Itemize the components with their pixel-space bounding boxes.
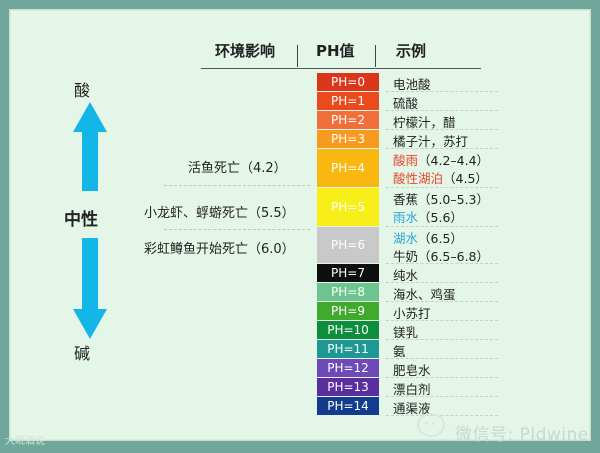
watermark-logo: 大毗酒说 xyxy=(5,436,45,447)
ph-level-box: PH=6 xyxy=(317,227,379,263)
effect-line-1 xyxy=(164,185,310,187)
ph-level-box: PH=11 xyxy=(317,340,379,358)
example-text: 香蕉（5.0–5.3） xyxy=(393,189,489,208)
header-rule xyxy=(201,68,481,69)
arrow-up-shaft xyxy=(82,131,98,191)
ph-level-box: PH=10 xyxy=(317,321,379,339)
label-neutral: 中性 xyxy=(64,210,98,230)
watermark-wechat: 微信号: Pldwine xyxy=(455,425,589,445)
example-part: 海水、鸡蛋 xyxy=(393,287,456,302)
ph-level-box: PH=13 xyxy=(317,378,379,396)
wechat-icon xyxy=(417,413,445,437)
header-separator-1 xyxy=(297,45,298,67)
label-base: 碱 xyxy=(74,344,91,363)
ph-level-box: PH=5 xyxy=(317,188,379,226)
effect-line-2 xyxy=(164,229,310,231)
ph-level-box: PH=0 xyxy=(317,73,379,91)
effect-fish: 活鱼死亡（4.2） xyxy=(188,161,287,176)
example-part: 小苏打 xyxy=(393,306,431,321)
arrow-down-head xyxy=(73,309,107,339)
ph-level-box: PH=3 xyxy=(317,130,379,148)
example-text: 酸雨（4.2–4.4） xyxy=(393,150,489,169)
example-part: （5.6） xyxy=(418,210,463,225)
chart-panel: 环境影响 PH值 示例 酸 中性 碱 活鱼死亡（4.2） 小龙虾、蜉蝣死亡（5.… xyxy=(9,9,591,445)
header-effect: 环境影响 xyxy=(215,42,276,60)
example-text: 酸性湖泊（4.5） xyxy=(393,168,488,187)
example-part: 肥皂水 xyxy=(393,363,431,378)
example-part: 纯水 xyxy=(393,268,419,283)
label-acid: 酸 xyxy=(74,81,91,100)
header-separator-2 xyxy=(375,45,376,67)
example-text: 雨水（5.6） xyxy=(393,207,463,226)
ph-level-box: PH=2 xyxy=(317,111,379,129)
arrow-up-head xyxy=(73,102,107,132)
ph-level-box: PH=8 xyxy=(317,283,379,301)
example-part: 香蕉（5.0–5.3） xyxy=(393,192,490,207)
example-part: 酸性湖泊 xyxy=(393,171,444,186)
example-part: 橘子汁，苏打 xyxy=(393,134,469,149)
ph-level-box: PH=4 xyxy=(317,149,379,187)
example-part: （4.5） xyxy=(443,171,488,186)
effect-crayfish: 小龙虾、蜉蝣死亡（5.5） xyxy=(144,206,295,221)
example-text: 湖水（6.5） xyxy=(393,228,463,247)
ph-level-box: PH=9 xyxy=(317,302,379,320)
example-part: 镁乳 xyxy=(393,325,419,340)
ph-level-box: PH=14 xyxy=(317,397,379,415)
example-part: 硫酸 xyxy=(393,96,419,111)
ph-level-box: PH=12 xyxy=(317,359,379,377)
arrow-down-shaft xyxy=(82,238,98,310)
example-part: 湖水 xyxy=(393,231,419,246)
example-part: 氨 xyxy=(393,344,406,359)
example-part: （6.5） xyxy=(418,231,463,246)
example-part: 漂白剂 xyxy=(393,382,431,397)
effect-trout: 彩虹鳟鱼开始死亡（6.0） xyxy=(144,242,295,257)
example-part: 雨水 xyxy=(393,210,419,225)
ph-level-box: PH=1 xyxy=(317,92,379,110)
example-part: 酸雨 xyxy=(393,153,419,168)
example-part: 牛奶（6.5–6.8） xyxy=(393,249,490,264)
example-part: 电池酸 xyxy=(393,77,431,92)
example-part: 柠檬汁，醋 xyxy=(393,115,456,130)
example-part: （4.2–4.4） xyxy=(418,153,490,168)
ph-level-box: PH=7 xyxy=(317,264,379,282)
header-ph: PH值 xyxy=(316,42,355,60)
header-example: 示例 xyxy=(396,42,427,60)
